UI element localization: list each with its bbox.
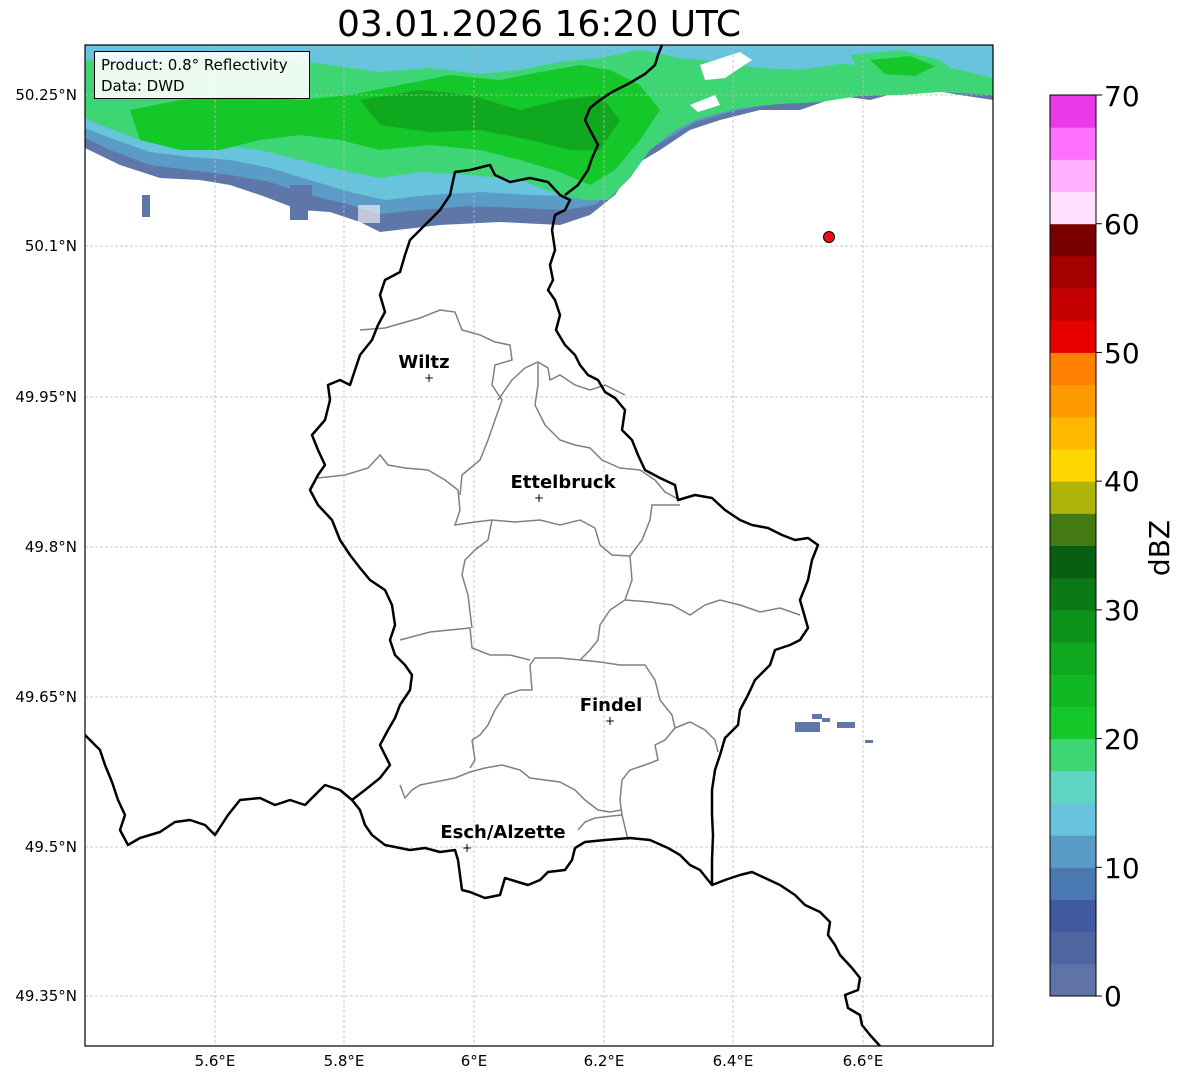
lon-tick-labels: 5.6°E 5.8°E 6°E 6.2°E 6.4°E 6.6°E [195, 1052, 884, 1070]
colorbar-segment [1050, 802, 1096, 836]
lon-tick-label: 6.6°E [843, 1052, 884, 1070]
colorbar-tick-label: 0 [1104, 980, 1122, 1013]
colorbar-segment [1050, 448, 1096, 482]
city-label: Esch/Alzette [440, 822, 565, 843]
colorbar-segment [1050, 416, 1096, 450]
colorbar-segment [1050, 770, 1096, 804]
colorbar-segment [1050, 223, 1096, 257]
colorbar-segment [1050, 867, 1096, 900]
lon-tick-label: 5.8°E [324, 1052, 365, 1070]
colorbar-segment [1050, 320, 1096, 353]
colorbar-segment [1050, 674, 1096, 707]
colorbar [1049, 94, 1102, 997]
colorbar-segment [1050, 95, 1096, 128]
colorbar-segment [1050, 577, 1096, 611]
lat-tick-label: 49.5°N [25, 838, 77, 856]
colorbar-segment [1050, 159, 1096, 193]
colorbar-segment [1050, 899, 1096, 933]
colorbar-segment [1050, 191, 1096, 225]
city-marker-icon: + [424, 371, 434, 385]
lon-tick-label: 5.6°E [195, 1052, 236, 1070]
colorbar-tick-label: 40 [1104, 465, 1140, 498]
colorbar-tick-label: 10 [1104, 852, 1140, 885]
lat-tick-label: 49.95°N [15, 388, 77, 406]
colorbar-segment [1050, 963, 1096, 997]
colorbar-segment [1050, 288, 1096, 321]
city-marker-icon: + [462, 841, 472, 855]
colorbar-segment [1050, 835, 1096, 868]
colorbar-segment [1050, 609, 1096, 643]
lon-tick-label: 6°E [461, 1052, 488, 1070]
colorbar-tick-label: 20 [1104, 723, 1140, 756]
colorbar-segment [1050, 545, 1096, 579]
colorbar-segment [1050, 706, 1096, 740]
colorbar-segment [1050, 931, 1096, 965]
product-label: Product: 0.8° Reflectivity [101, 56, 288, 74]
product-info-box: Product: 0.8° Reflectivity Data: DWD [94, 51, 310, 99]
colorbar-segment [1050, 352, 1096, 386]
radar-map: Wiltz + Ettelbruck + Findel + Esch/Alzet… [15, 44, 1176, 1070]
city-label: Wiltz [398, 352, 449, 373]
colorbar-tick-label: 70 [1104, 80, 1140, 113]
data-source-label: Data: DWD [101, 77, 185, 95]
lat-tick-label: 49.8°N [25, 538, 77, 556]
location-marker[interactable] [823, 231, 835, 243]
colorbar-segment [1050, 513, 1096, 546]
colorbar-tick-label: 50 [1104, 337, 1140, 370]
city-marker-icon: + [605, 714, 615, 728]
colorbar-segment [1050, 255, 1096, 289]
colorbar-tick-label: 60 [1104, 208, 1140, 241]
city-marker-icon: + [534, 491, 544, 505]
lon-tick-label: 6.4°E [713, 1052, 754, 1070]
city-label: Ettelbruck [510, 472, 616, 493]
colorbar-segment [1050, 384, 1096, 418]
colorbar-label: dBZ [1143, 520, 1176, 576]
lat-tick-label: 50.25°N [15, 86, 77, 104]
lat-tick-label: 49.35°N [15, 987, 77, 1005]
colorbar-tick-label: 30 [1104, 594, 1140, 627]
city-label: Findel [580, 695, 643, 716]
lat-tick-label: 50.1°N [25, 237, 77, 255]
colorbar-segment [1050, 127, 1096, 160]
colorbar-ticks: 0 10 20 30 40 50 60 70 [1104, 80, 1140, 1013]
colorbar-segment [1050, 738, 1096, 772]
lat-tick-labels: 50.25°N 50.1°N 49.95°N 49.8°N 49.65°N 49… [15, 86, 77, 1005]
colorbar-segment [1050, 481, 1096, 514]
lon-tick-label: 6.2°E [584, 1052, 625, 1070]
lat-tick-label: 49.65°N [15, 688, 77, 706]
colorbar-segment [1050, 642, 1096, 675]
